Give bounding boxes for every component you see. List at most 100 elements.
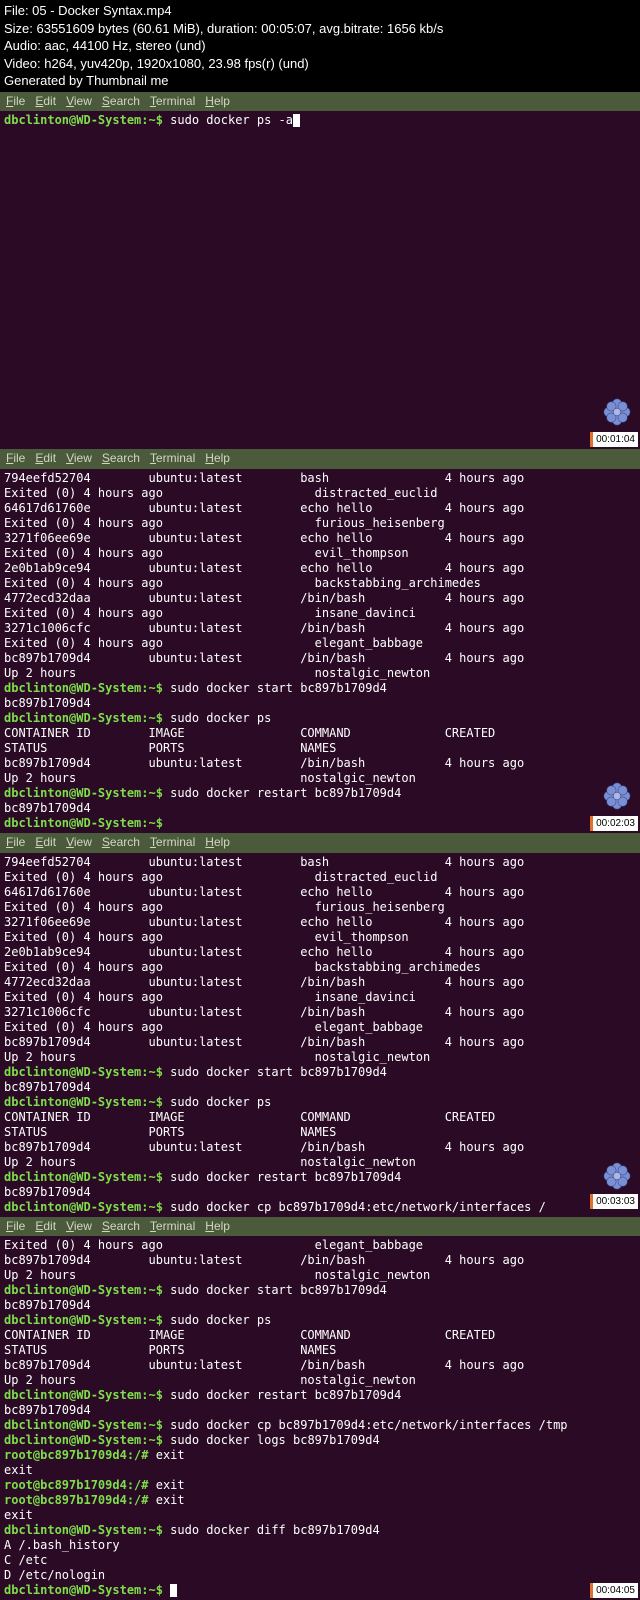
terminal-menubar: File Edit View Search Terminal Help (0, 92, 640, 112)
command-text: sudo docker diff bc897b1709d4 (170, 1523, 380, 1537)
command-text: exit (156, 1493, 185, 1507)
menu-edit[interactable]: Edit (35, 451, 56, 467)
command-text: sudo docker start bc897b1709d4 (170, 1283, 387, 1297)
shell-prompt: dbclinton@WD-System:~$ (4, 786, 170, 800)
output-line: Exited (0) 4 hours ago elegant_babbage (4, 1238, 423, 1252)
shell-prompt: dbclinton@WD-System:~$ (4, 1433, 170, 1447)
terminal-menubar: File Edit View Search Terminal Help (0, 833, 640, 853)
command-text: sudo docker logs bc897b1709d4 (170, 1433, 380, 1447)
timestamp-badge: 00:01:04 (590, 432, 638, 447)
terminal-body[interactable]: 794eefd52704 ubuntu:latest bash 4 hours … (0, 853, 640, 1217)
shell-prompt: dbclinton@WD-System:~$ (4, 1065, 170, 1079)
shell-prompt: dbclinton@WD-System:~$ (4, 1313, 170, 1327)
menu-search[interactable]: Search (102, 94, 140, 110)
menu-terminal[interactable]: Terminal (150, 1219, 195, 1235)
menu-view[interactable]: View (66, 94, 92, 110)
file-line: File: 05 - Docker Syntax.mp4 (4, 2, 636, 20)
menu-view[interactable]: View (66, 835, 92, 851)
flower-icon (602, 781, 632, 811)
menu-search[interactable]: Search (102, 451, 140, 467)
command-text: exit (156, 1448, 185, 1462)
output-line: bc897b1709d4 ubuntu:latest /bin/bash 4 h… (4, 1253, 524, 1267)
command-text: sudo docker ps (170, 1095, 271, 1109)
timestamp-badge: 00:03:03 (590, 1194, 638, 1209)
command-text: sudo docker cp bc897b1709d4:etc/network/… (170, 1200, 546, 1214)
menu-edit[interactable]: Edit (35, 1219, 56, 1235)
size-line: Size: 63551609 bytes (60.61 MiB), durati… (4, 20, 636, 38)
shell-prompt: dbclinton@WD-System:~$ (4, 1095, 170, 1109)
root-prompt: root@bc897b1709d4:/# (4, 1493, 156, 1507)
shell-prompt: dbclinton@WD-System:~$ (4, 1200, 170, 1214)
command-text: sudo docker ps (170, 1313, 271, 1327)
menu-terminal[interactable]: Terminal (150, 94, 195, 110)
shell-prompt: dbclinton@WD-System:~$ (4, 1583, 170, 1597)
menu-edit[interactable]: Edit (35, 94, 56, 110)
menu-file[interactable]: File (6, 94, 25, 110)
output-line: bc897b1709d4 (4, 1298, 91, 1312)
thumbnail-frame-2: File Edit View Search Terminal Help 794e… (0, 449, 640, 833)
cursor (293, 114, 300, 127)
output-line: bc897b1709d4 (4, 1185, 91, 1199)
menu-help[interactable]: Help (205, 451, 230, 467)
timestamp-badge: 00:02:03 (590, 816, 638, 831)
menu-view[interactable]: View (66, 451, 92, 467)
audio-line: Audio: aac, 44100 Hz, stereo (und) (4, 37, 636, 55)
terminal-menubar: File Edit View Search Terminal Help (0, 1217, 640, 1237)
shell-prompt: dbclinton@WD-System:~$ (4, 1523, 170, 1537)
output-block: CONTAINER ID IMAGE COMMAND CREATED STATU… (4, 726, 524, 785)
command-text: sudo docker ps (170, 711, 271, 725)
flower-icon (602, 1161, 632, 1191)
menu-file[interactable]: File (6, 451, 25, 467)
menu-edit[interactable]: Edit (35, 835, 56, 851)
command-text: sudo docker ps -a (170, 113, 293, 127)
timestamp-badge: 00:04:05 (590, 1583, 638, 1598)
menu-file[interactable]: File (6, 835, 25, 851)
shell-prompt: dbclinton@WD-System:~$ (4, 1388, 170, 1402)
shell-prompt: dbclinton@WD-System:~$ (4, 1283, 170, 1297)
command-text: sudo docker start bc897b1709d4 (170, 681, 387, 695)
root-prompt: root@bc897b1709d4:/# (4, 1448, 156, 1462)
shell-prompt: dbclinton@WD-System:~$ (4, 1170, 170, 1184)
menu-search[interactable]: Search (102, 1219, 140, 1235)
diff-output: A /.bash_history C /etc D /etc/nologin (4, 1538, 120, 1582)
terminal-menubar: File Edit View Search Terminal Help (0, 449, 640, 469)
output-line: Up 2 hours nostalgic_newton (4, 1268, 430, 1282)
flower-icon (602, 397, 632, 427)
menu-help[interactable]: Help (205, 835, 230, 851)
docker-ps-output: 794eefd52704 ubuntu:latest bash 4 hours … (4, 471, 524, 680)
output-line: bc897b1709d4 (4, 696, 91, 710)
output-line: exit (4, 1463, 33, 1477)
thumbnail-frame-3: File Edit View Search Terminal Help 794e… (0, 833, 640, 1217)
output-line: bc897b1709d4 (4, 1403, 91, 1417)
menu-terminal[interactable]: Terminal (150, 451, 195, 467)
shell-prompt: dbclinton@WD-System:~$ (4, 816, 170, 830)
command-text: sudo docker restart bc897b1709d4 (170, 1170, 401, 1184)
menu-help[interactable]: Help (205, 94, 230, 110)
command-text: sudo docker restart bc897b1709d4 (170, 1388, 401, 1402)
menu-search[interactable]: Search (102, 835, 140, 851)
menu-file[interactable]: File (6, 1219, 25, 1235)
shell-prompt: dbclinton@WD-System:~$ (4, 681, 170, 695)
command-text: sudo docker cp bc897b1709d4:etc/network/… (170, 1418, 567, 1432)
shell-prompt: dbclinton@WD-System:~$ (4, 113, 170, 127)
thumbnail-frame-4: File Edit View Search Terminal Help Exit… (0, 1217, 640, 1600)
menu-view[interactable]: View (66, 1219, 92, 1235)
terminal-body[interactable]: dbclinton@WD-System:~$ sudo docker ps -a (0, 111, 640, 449)
shell-prompt: dbclinton@WD-System:~$ (4, 711, 170, 725)
output-line: bc897b1709d4 (4, 801, 91, 815)
command-text: sudo docker restart bc897b1709d4 (170, 786, 401, 800)
output-line: bc897b1709d4 (4, 1080, 91, 1094)
generated-line: Generated by Thumbnail me (4, 72, 636, 90)
output-block: CONTAINER ID IMAGE COMMAND CREATED STATU… (4, 1110, 524, 1169)
command-text: sudo docker start bc897b1709d4 (170, 1065, 387, 1079)
cursor (170, 1584, 177, 1597)
docker-ps-output: 794eefd52704 ubuntu:latest bash 4 hours … (4, 855, 524, 1064)
output-block: CONTAINER ID IMAGE COMMAND CREATED STATU… (4, 1328, 524, 1387)
terminal-body[interactable]: Exited (0) 4 hours ago elegant_babbage b… (0, 1236, 640, 1600)
root-prompt: root@bc897b1709d4:/# (4, 1478, 156, 1492)
menu-terminal[interactable]: Terminal (150, 835, 195, 851)
menu-help[interactable]: Help (205, 1219, 230, 1235)
shell-prompt: dbclinton@WD-System:~$ (4, 1418, 170, 1432)
terminal-body[interactable]: 794eefd52704 ubuntu:latest bash 4 hours … (0, 469, 640, 833)
thumbnail-frame-1: File Edit View Search Terminal Help dbcl… (0, 92, 640, 450)
